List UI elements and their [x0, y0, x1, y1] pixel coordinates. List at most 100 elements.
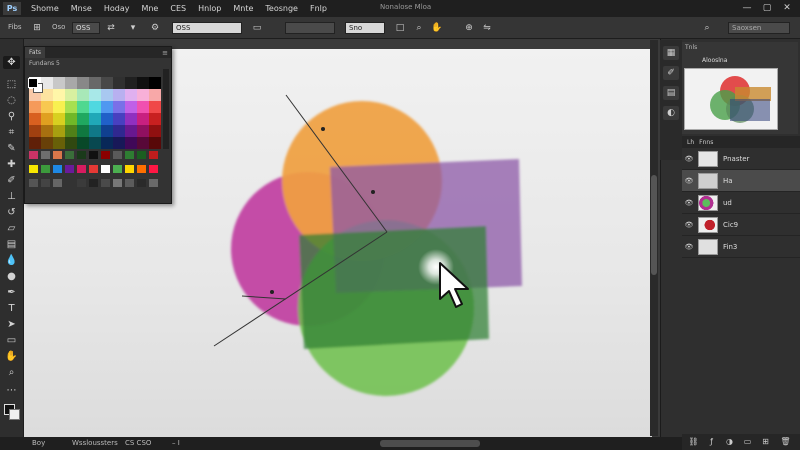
color-swatch[interactable] — [65, 151, 74, 159]
brush-panel-icon[interactable]: ✐ — [663, 66, 679, 80]
color-swatch[interactable] — [53, 89, 65, 101]
color-swatch[interactable] — [137, 137, 149, 149]
color-swatch[interactable] — [137, 101, 149, 113]
eraser-tool-icon[interactable]: ▱ — [3, 222, 20, 235]
type-tool-icon[interactable]: T — [3, 302, 20, 315]
zoom-tool-icon[interactable]: ⌕ — [3, 366, 20, 379]
navigator-tab[interactable]: Tnls — [682, 42, 798, 52]
color-swatch[interactable] — [29, 125, 41, 137]
layer-row[interactable]: 👁 Pnaster — [682, 148, 800, 170]
options-field-2[interactable]: OSS — [172, 22, 242, 34]
color-swatch[interactable] — [137, 179, 146, 187]
menu-item-7[interactable]: Mnte — [233, 4, 253, 13]
color-swatch[interactable] — [65, 137, 77, 149]
color-swatch[interactable] — [77, 89, 89, 101]
eye-icon[interactable]: 👁 — [682, 155, 696, 163]
color-swatch[interactable] — [53, 113, 65, 125]
color-swatch[interactable] — [77, 113, 89, 125]
menu-item-2[interactable]: Mnse — [71, 4, 92, 13]
color-swatch[interactable] — [101, 89, 113, 101]
mini-foreground-swatch[interactable] — [28, 78, 38, 88]
color-swatch[interactable] — [137, 151, 146, 159]
color-swatch[interactable] — [137, 125, 149, 137]
lasso-tool-icon[interactable]: ◌ — [3, 94, 20, 107]
color-swatch[interactable] — [101, 179, 110, 187]
color-swatch[interactable] — [101, 77, 113, 89]
anchor-point[interactable] — [371, 190, 375, 194]
layer-row-selected[interactable]: 👁 Ha — [682, 170, 800, 192]
color-swatch[interactable] — [113, 151, 122, 159]
scrollbar-thumb[interactable] — [651, 175, 657, 275]
color-swatch[interactable] — [89, 137, 101, 149]
quick-select-icon[interactable]: ⚲ — [3, 110, 20, 123]
color-swatch[interactable] — [113, 89, 125, 101]
color-swatch[interactable] — [65, 89, 77, 101]
layer-row[interactable]: 👁 Fin3 — [682, 236, 800, 258]
color-swatch[interactable] — [53, 101, 65, 113]
options-field-1[interactable]: OSS — [72, 22, 100, 34]
mask-icon[interactable]: ◑ — [724, 436, 735, 447]
close-icon[interactable]: ✕ — [780, 2, 794, 15]
swatches-tab[interactable]: Fats — [25, 47, 46, 58]
maximize-icon[interactable]: ▢ — [760, 2, 774, 15]
color-swatch[interactable] — [65, 113, 77, 125]
app-logo[interactable]: Ps — [3, 2, 21, 15]
background-color-swatch[interactable] — [9, 409, 20, 420]
hand-tool-icon[interactable]: ✋ — [3, 350, 20, 363]
history-brush-icon[interactable]: ↺ — [3, 206, 20, 219]
swatches-scrollbar[interactable] — [163, 69, 169, 149]
menu-item-5[interactable]: CES — [170, 4, 186, 13]
color-swatch[interactable] — [41, 137, 53, 149]
color-swatch[interactable] — [65, 77, 77, 89]
menu-item-4[interactable]: Mne — [141, 4, 158, 13]
color-swatch[interactable] — [77, 137, 89, 149]
crop-tool-icon[interactable]: ⌗ — [3, 126, 20, 139]
color-swatch[interactable] — [101, 101, 113, 113]
color-swatch[interactable] — [149, 101, 161, 113]
new-layer-icon[interactable]: ⊞ — [760, 436, 771, 447]
tab-icon[interactable]: ▭ — [250, 21, 264, 35]
more-tools-icon[interactable]: ⋯ — [3, 384, 20, 397]
flip-icon[interactable]: ⇋ — [480, 21, 494, 35]
color-swatch[interactable] — [41, 179, 50, 187]
settings-icon[interactable]: ⚙ — [148, 21, 162, 35]
hand-icon[interactable]: ✋ — [430, 21, 444, 35]
color-swatch[interactable] — [125, 165, 134, 173]
color-swatch[interactable] — [113, 179, 122, 187]
rotate-icon[interactable]: ⊕ — [462, 21, 476, 35]
tool-preset-icon[interactable]: ⊞ — [30, 21, 44, 35]
color-swatch[interactable] — [65, 179, 74, 187]
channels-tab[interactable]: Fnns — [699, 139, 713, 146]
search-input[interactable]: Saoxsen — [728, 22, 790, 34]
color-swatch[interactable] — [149, 125, 161, 137]
color-swatch[interactable] — [125, 113, 137, 125]
color-swatch[interactable] — [77, 77, 89, 89]
color-swatch[interactable] — [137, 165, 146, 173]
brush-tool-icon[interactable]: ✐ — [3, 174, 20, 187]
color-swatch[interactable] — [41, 101, 53, 113]
color-swatch[interactable] — [77, 125, 89, 137]
zoom-icon[interactable]: ⌕ — [412, 21, 426, 35]
color-swatch[interactable] — [41, 165, 50, 173]
anchor-point[interactable] — [321, 127, 325, 131]
move-tool-icon[interactable]: ✥ — [3, 56, 20, 69]
color-swatch[interactable] — [101, 137, 113, 149]
horizontal-scrollbar[interactable] — [380, 440, 480, 447]
properties-panel-icon[interactable]: ▤ — [663, 86, 679, 100]
color-swatch[interactable] — [89, 151, 98, 159]
color-swatch[interactable] — [149, 89, 161, 101]
color-swatch[interactable] — [29, 179, 38, 187]
color-swatch[interactable] — [29, 101, 41, 113]
color-swatch[interactable] — [137, 89, 149, 101]
color-swatch[interactable] — [113, 101, 125, 113]
path-select-icon[interactable]: ➤ — [3, 318, 20, 331]
chevron-down-icon[interactable]: ▾ — [126, 21, 140, 35]
eye-icon[interactable]: 👁 — [682, 199, 696, 207]
color-swatch[interactable] — [101, 151, 110, 159]
color-swatch[interactable] — [29, 113, 41, 125]
gradient-tool-icon[interactable]: ▤ — [3, 238, 20, 251]
trash-icon[interactable]: 🗑 — [780, 436, 791, 447]
link-icon[interactable]: ⛓ — [688, 436, 699, 447]
color-swatch[interactable] — [125, 101, 137, 113]
color-swatch[interactable] — [101, 113, 113, 125]
